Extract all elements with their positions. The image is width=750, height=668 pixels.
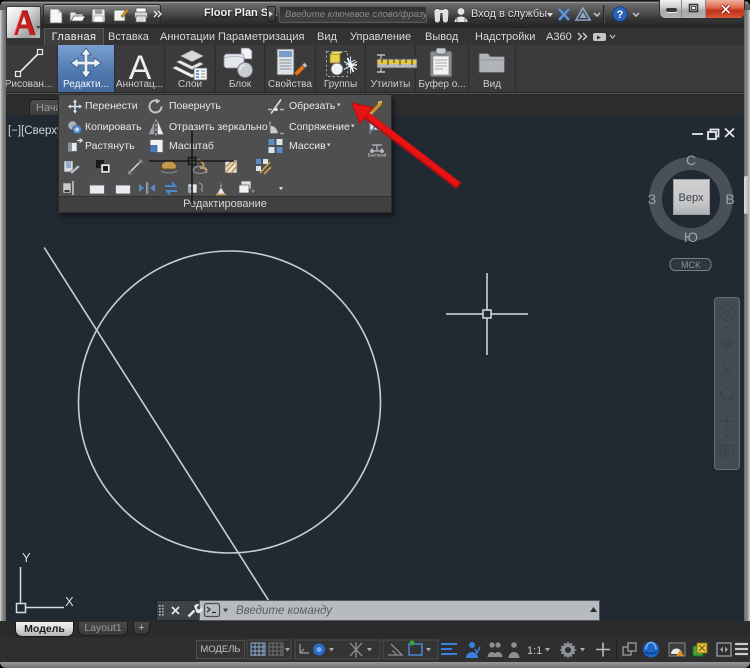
- svg-text:С: С: [686, 152, 696, 168]
- svg-text:X: X: [65, 594, 74, 609]
- svg-text:Введите команду: Введите команду: [236, 605, 333, 617]
- svg-text:1:1: 1:1: [527, 645, 542, 657]
- svg-text:МСК: МСК: [681, 260, 701, 270]
- svg-text:З: З: [648, 191, 656, 207]
- svg-text:В: В: [725, 191, 734, 207]
- svg-text:?: ?: [617, 9, 624, 21]
- svg-text:Верх: Верх: [679, 192, 704, 204]
- svg-text:A: A: [129, 49, 152, 87]
- svg-text:Ю: Ю: [684, 229, 698, 245]
- svg-text:Y: Y: [22, 550, 31, 565]
